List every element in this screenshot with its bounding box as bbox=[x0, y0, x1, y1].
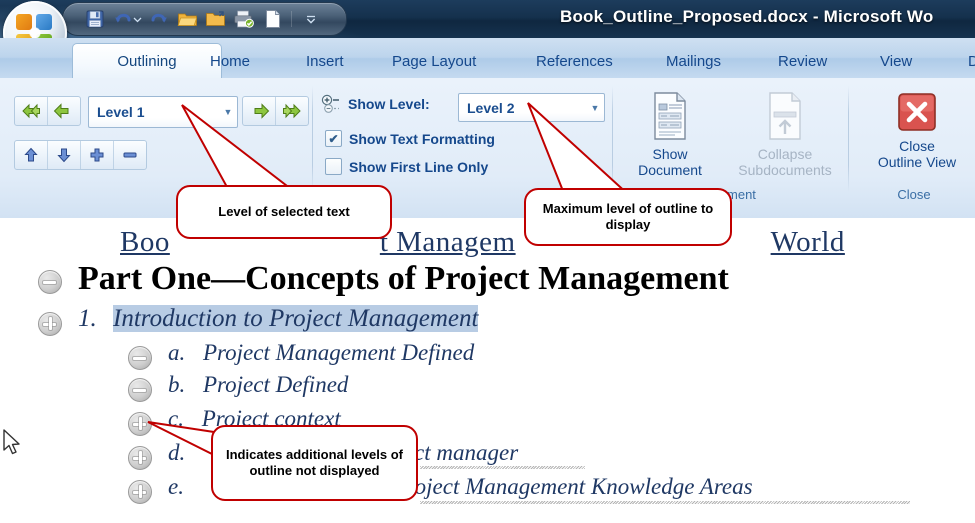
callout-pointers bbox=[147, 102, 633, 457]
mouse-cursor bbox=[2, 428, 24, 463]
callout-maximum-level: Maximum level of outline to display bbox=[524, 188, 732, 246]
callout-additional-levels: Indicates additional levels of outline n… bbox=[211, 425, 418, 501]
callout-text: Level of selected text bbox=[218, 204, 350, 219]
callout-text: Indicates additional levels of outline n… bbox=[226, 447, 403, 478]
word-outline-view-window: Book_Outline_Proposed.docx - Microsoft W… bbox=[0, 0, 975, 523]
callout-level-of-selected-text: Level of selected text bbox=[176, 185, 392, 239]
callout-text: Maximum level of outline to display bbox=[542, 201, 714, 232]
